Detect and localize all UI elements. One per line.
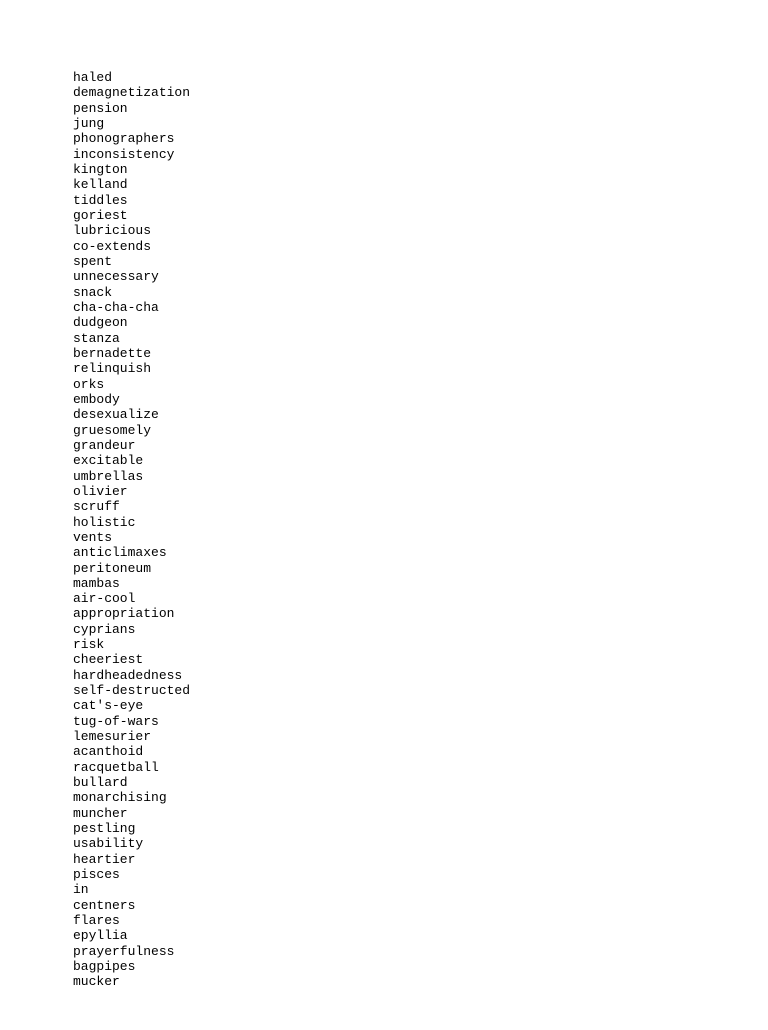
list-item: cyprians [73,622,768,637]
list-item: mambas [73,576,768,591]
list-item: lubricious [73,223,768,238]
list-item: phonographers [73,131,768,146]
list-item: prayerfulness [73,944,768,959]
list-item: acanthoid [73,744,768,759]
list-item: dudgeon [73,315,768,330]
list-item: usability [73,836,768,851]
list-item: tiddles [73,193,768,208]
list-item: lemesurier [73,729,768,744]
list-item: flares [73,913,768,928]
list-item: epyllia [73,928,768,943]
list-item: air-cool [73,591,768,606]
list-item: pisces [73,867,768,882]
list-item: tug-of-wars [73,714,768,729]
list-item: umbrellas [73,469,768,484]
list-item: pestling [73,821,768,836]
list-item: relinquish [73,361,768,376]
list-item: spent [73,254,768,269]
list-item: bullard [73,775,768,790]
list-item: anticlimaxes [73,545,768,560]
list-item: grandeur [73,438,768,453]
list-item: monarchising [73,790,768,805]
list-item: kington [73,162,768,177]
list-item: muncher [73,806,768,821]
list-item: in [73,882,768,897]
list-item: orks [73,377,768,392]
list-item: heartier [73,852,768,867]
list-item: vents [73,530,768,545]
list-item: demagnetization [73,85,768,100]
list-item: centners [73,898,768,913]
list-item: appropriation [73,606,768,621]
list-item: snack [73,285,768,300]
list-item: excitable [73,453,768,468]
list-item: self-destructed [73,683,768,698]
list-item: kelland [73,177,768,192]
list-item: haled [73,70,768,85]
list-item: desexualize [73,407,768,422]
list-item: holistic [73,515,768,530]
list-item: cat's-eye [73,698,768,713]
list-item: cheeriest [73,652,768,667]
list-item: gruesomely [73,423,768,438]
word-list: haleddemagnetizationpensionjungphonograp… [0,0,768,1030]
list-item: inconsistency [73,147,768,162]
list-item: unnecessary [73,269,768,284]
list-item: olivier [73,484,768,499]
list-item: jung [73,116,768,131]
list-item: bernadette [73,346,768,361]
list-item: hardheadedness [73,668,768,683]
list-item: co-extends [73,239,768,254]
list-item: mucker [73,974,768,989]
list-item: goriest [73,208,768,223]
list-item: cha-cha-cha [73,300,768,315]
list-item: pension [73,101,768,116]
list-item: risk [73,637,768,652]
list-item: scruff [73,499,768,514]
list-item: peritoneum [73,561,768,576]
list-item: bagpipes [73,959,768,974]
list-item: embody [73,392,768,407]
list-item: stanza [73,331,768,346]
list-item: racquetball [73,760,768,775]
